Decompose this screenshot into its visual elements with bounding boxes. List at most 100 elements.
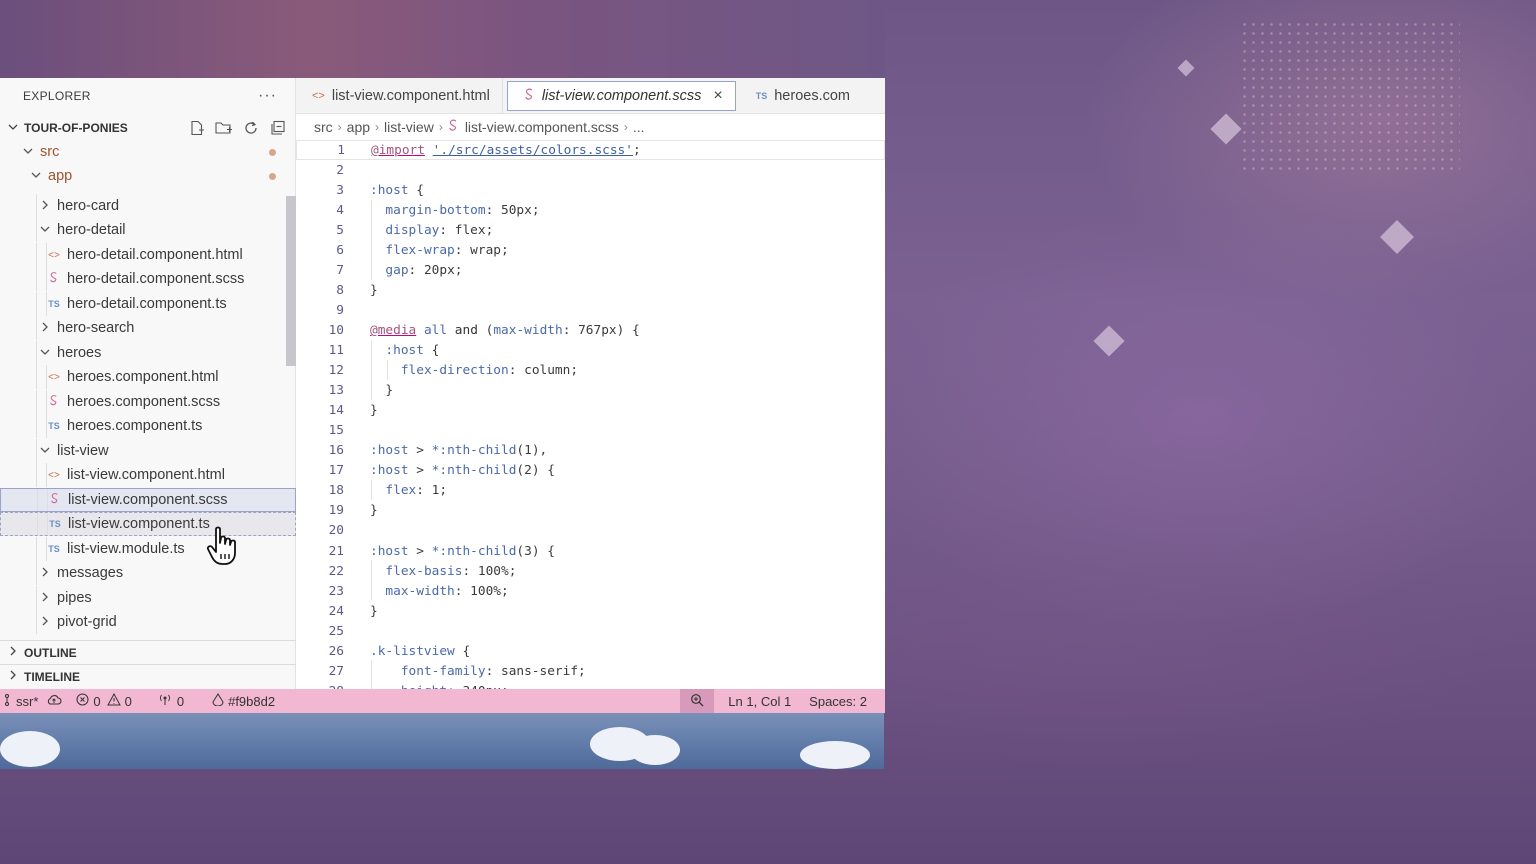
code-line[interactable]: 10 @media all and (max-width: 767px) {	[296, 320, 885, 340]
tree-file[interactable]: TS list-view.component.ts	[0, 512, 296, 536]
tree-folder[interactable]: app	[0, 164, 296, 188]
indent-guide	[371, 560, 372, 600]
tree-item-label: heroes.component.ts	[67, 418, 203, 434]
code-line[interactable]: 15	[296, 421, 885, 441]
color-status[interactable]: #f9b8d2	[212, 693, 275, 709]
code-line[interactable]: 8}	[296, 280, 885, 300]
tree-file[interactable]: hero-detail.component.scss	[0, 267, 296, 291]
breadcrumb-separator-icon: ›	[375, 120, 380, 134]
breadcrumb-app[interactable]: app	[347, 119, 370, 135]
tree-folder[interactable]: hero-search	[0, 316, 296, 340]
code-line[interactable]: 16:host > *:nth-child(1),	[296, 441, 885, 461]
tab-heroes-ts[interactable]: TS heroes.com	[740, 78, 862, 113]
line-number: 18	[328, 483, 344, 499]
new-file-icon[interactable]	[188, 119, 206, 137]
code-line[interactable]: 5 display: flex;	[296, 220, 885, 240]
code-text: :host > *:nth-child(2) {	[370, 463, 555, 479]
code-line[interactable]: 26 .k-listview {	[296, 641, 885, 661]
tree-folder[interactable]: pivot-grid	[0, 610, 296, 634]
code-line[interactable]: 14}	[296, 401, 885, 421]
code-line[interactable]: 4 margin-bottom: 50px;	[296, 200, 885, 220]
line-number: 3	[336, 182, 344, 198]
collapse-all-icon[interactable]	[269, 119, 287, 137]
problems-status[interactable]: 0 0	[76, 692, 132, 709]
code-line[interactable]: 6 flex-wrap: wrap;	[296, 240, 885, 260]
line-number: 5	[336, 222, 344, 238]
code-line[interactable]: 19}	[296, 501, 885, 521]
tree-file[interactable]: TS heroes.component.ts	[0, 414, 296, 438]
line-number: 12	[328, 363, 344, 379]
close-icon[interactable]: ×	[713, 87, 722, 105]
ts-file-icon: TS	[49, 519, 61, 529]
tree-folder[interactable]: heroes	[0, 341, 296, 365]
code-line[interactable]: 17:host > *:nth-child(2) {	[296, 461, 885, 481]
ports-status[interactable]: 0	[158, 693, 184, 709]
status-bar: ssr* 0 0 0 #f9b8d2 Ln 1, Col 1 Spaces: 2	[0, 689, 885, 713]
chevron-right-icon	[39, 200, 51, 213]
new-folder-icon[interactable]	[215, 119, 233, 137]
tree-file[interactable]: heroes.component.scss	[0, 390, 296, 414]
tree-file[interactable]: TS hero-detail.component.ts	[0, 292, 296, 316]
breadcrumb-list-view[interactable]: list-view	[384, 119, 434, 135]
breadcrumb-src[interactable]: src	[314, 119, 333, 135]
chevron-right-icon	[8, 670, 22, 683]
code-line[interactable]: 23 max-width: 100%;	[296, 581, 885, 601]
cursor-position[interactable]: Ln 1, Col 1	[728, 694, 791, 709]
code-line[interactable]: 3:host {	[296, 180, 885, 200]
tree-file[interactable]: <> hero-detail.component.html	[0, 243, 296, 267]
chevron-down-icon	[39, 445, 51, 458]
line-number: 2	[336, 162, 344, 178]
tree-file[interactable]: list-view.component.scss	[0, 488, 296, 512]
project-root[interactable]: TOUR-OF-PONIES	[0, 114, 295, 142]
breadcrumb-separator-icon: ›	[438, 120, 443, 134]
timeline-panel-header[interactable]: TIMELINE	[0, 664, 296, 688]
sidebar-scrollbar[interactable]	[286, 196, 296, 366]
code-line[interactable]: 22 flex-basis: 100%;	[296, 561, 885, 581]
code-line[interactable]: 18 flex: 1;	[296, 481, 885, 501]
code-line[interactable]: 7 gap: 20px;	[296, 260, 885, 280]
chevron-down-icon	[30, 170, 42, 183]
code-line[interactable]: 21:host > *:nth-child(3) {	[296, 541, 885, 561]
code-text: margin-bottom: 50px;	[385, 202, 540, 218]
indent-guide	[371, 480, 372, 500]
tree-folder[interactable]: hero-detail	[0, 218, 296, 242]
code-line[interactable]: 9	[296, 300, 885, 320]
line-number: 22	[328, 563, 344, 579]
code-line[interactable]: 2	[296, 160, 885, 180]
code-text: display: flex;	[385, 222, 494, 238]
code-line[interactable]: 24}	[296, 601, 885, 621]
tree-file[interactable]: TS list-view.module.ts	[0, 537, 296, 561]
line-number: 24	[328, 603, 344, 619]
code-line[interactable]: 11 :host {	[296, 341, 885, 361]
tab-list-view-html[interactable]: <> list-view.component.html	[296, 78, 503, 113]
branch-status[interactable]: ssr*	[4, 693, 62, 709]
tree-folder[interactable]: messages	[0, 561, 296, 585]
refresh-icon[interactable]	[242, 119, 260, 137]
code-text: max-width: 100%;	[385, 583, 509, 599]
zoom-indicator[interactable]	[680, 689, 715, 713]
code-editor[interactable]: 1 @import './src/assets/colors.scss'; 2 3:h…	[296, 140, 885, 689]
tree-folder[interactable]: pipes	[0, 586, 296, 610]
code-line[interactable]: 25	[296, 621, 885, 641]
code-line[interactable]: 1 @import './src/assets/colors.scss';	[296, 140, 885, 160]
breadcrumb-more[interactable]: ...	[633, 119, 645, 135]
code-line[interactable]: 12 flex-direction: column;	[296, 361, 885, 381]
tab-list-view-scss[interactable]: list-view.component.scss ×	[506, 81, 736, 111]
outline-panel-header[interactable]: OUTLINE	[0, 640, 296, 664]
tree-folder[interactable]: src	[0, 140, 296, 164]
tree-file[interactable]: <> list-view.component.html	[0, 463, 296, 487]
code-line[interactable]: 13 }	[296, 381, 885, 401]
code-line[interactable]: 20	[296, 521, 885, 541]
indentation-status[interactable]: Spaces: 2	[809, 694, 867, 709]
code-line[interactable]: 28 height: 340px;	[296, 681, 885, 689]
more-actions-icon[interactable]: ···	[258, 87, 277, 105]
tree-folder[interactable]: list-view	[0, 439, 296, 463]
tree-file[interactable]: <> heroes.component.html	[0, 365, 296, 389]
breadcrumb-file[interactable]: list-view.component.scss	[465, 119, 619, 135]
sync-cloud-icon[interactable]	[46, 694, 62, 709]
tree-folder[interactable]: hero-card	[0, 194, 296, 218]
code-line[interactable]: 27 font-family: sans-serif;	[296, 661, 885, 681]
tab-label: heroes.com	[774, 88, 850, 104]
code-text: flex-basis: 100%;	[385, 563, 517, 579]
line-number: 4	[336, 202, 344, 218]
